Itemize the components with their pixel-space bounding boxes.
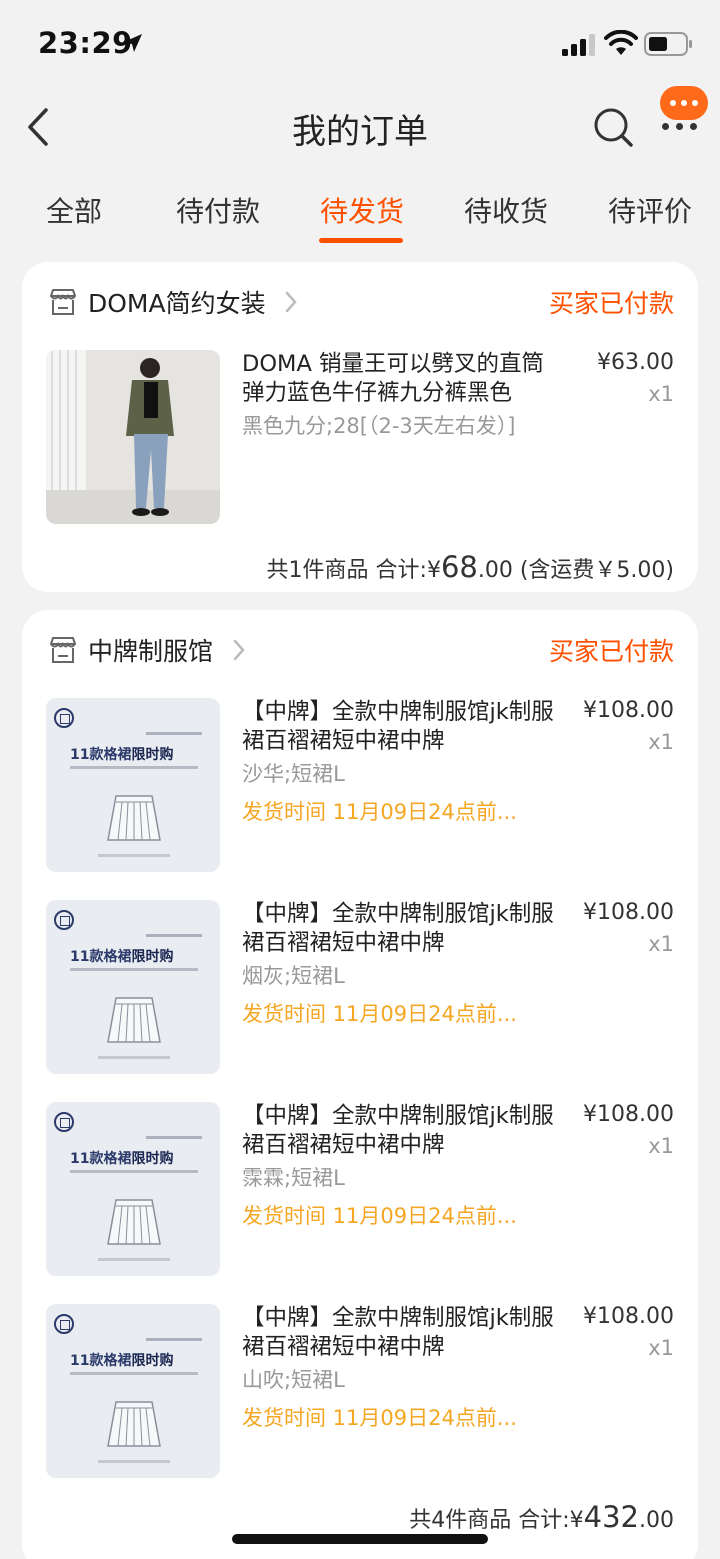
- shop-name[interactable]: 中牌制服馆: [88, 632, 213, 668]
- product-price: ¥108.00: [583, 698, 674, 723]
- chevron-right-icon[interactable]: [284, 290, 298, 314]
- brand-logo-icon: [54, 1314, 74, 1334]
- product-quantity: x1: [648, 1336, 674, 1360]
- product-quantity: x1: [648, 382, 674, 406]
- thumb-headline: 11款格裙限时购: [70, 949, 174, 965]
- brand-logo-icon: [54, 708, 74, 728]
- order-item[interactable]: 11款格裙限时购 【中牌】全款中牌制服馆jk制服裙百褶裙短中裙中牌 沙华;短裙L…: [46, 698, 674, 872]
- product-image[interactable]: 11款格裙限时购: [46, 900, 220, 1074]
- thumb-headline: 11款格裙限时购: [70, 747, 174, 763]
- order-item[interactable]: 11款格裙限时购 【中牌】全款中牌制服馆jk制服裙百褶裙短中裙中牌 山吹;短裙L…: [46, 1304, 674, 1478]
- ship-time: 发货时间 11月09日24点前...: [242, 1204, 517, 1228]
- status-time: 23:29: [38, 26, 133, 60]
- more-menu[interactable]: [660, 86, 708, 140]
- brand-logo-icon: [54, 1112, 74, 1132]
- product-title[interactable]: 【中牌】全款中牌制服馆jk制服裙百褶裙短中裙中牌: [242, 698, 558, 756]
- shop-header[interactable]: DOMA简约女装 买家已付款: [46, 282, 674, 326]
- order-item[interactable]: 11款格裙限时购 【中牌】全款中牌制服馆jk制服裙百褶裙短中裙中牌 霂霖;短裙L…: [46, 1102, 674, 1276]
- product-sku: 沙华;短裙L: [242, 762, 345, 786]
- order-item[interactable]: DOMA 销量王可以劈叉的直筒弹力蓝色牛仔裤九分裤黑色 黑色九分;28[（2-3…: [46, 350, 674, 524]
- tab-pending-payment[interactable]: 待付款: [176, 190, 260, 230]
- skirt-icon: [107, 1199, 161, 1245]
- shop-icon: [50, 637, 76, 663]
- product-price: ¥108.00: [583, 1102, 674, 1127]
- shop-header[interactable]: 中牌制服馆 买家已付款: [46, 630, 674, 674]
- currency-symbol: ¥: [569, 1508, 584, 1533]
- battery-icon: [644, 32, 692, 56]
- currency-symbol: ¥: [426, 558, 441, 583]
- search-icon[interactable]: [592, 106, 634, 148]
- product-sku: 烟灰;短裙L: [242, 964, 345, 988]
- product-sku: 黑色九分;28[（2-3天左右发）]: [242, 414, 516, 438]
- product-image[interactable]: [46, 350, 220, 524]
- skirt-icon: [107, 997, 161, 1043]
- product-price: ¥63.00: [597, 350, 674, 375]
- order-summary: 共1件商品 合计:¥68.00 (含运费￥5.00): [267, 550, 674, 584]
- ship-time: 发货时间 11月09日24点前...: [242, 1002, 517, 1026]
- order-tabs: 全部 待付款 待发货 待收货 待评价: [0, 180, 720, 244]
- chevron-right-icon[interactable]: [232, 638, 246, 662]
- tab-pending-shipment[interactable]: 待发货: [320, 190, 404, 230]
- product-title[interactable]: 【中牌】全款中牌制服馆jk制服裙百褶裙短中裙中牌: [242, 1304, 558, 1362]
- signal-icon: [562, 34, 595, 56]
- tab-all[interactable]: 全部: [46, 190, 102, 230]
- order-summary: 共4件商品 合计:¥432.00: [409, 1500, 674, 1534]
- product-title[interactable]: DOMA 销量王可以劈叉的直筒弹力蓝色牛仔裤九分裤黑色: [242, 350, 558, 408]
- shop-icon: [50, 289, 76, 315]
- total-label: 合计:: [518, 1508, 570, 1533]
- product-image[interactable]: 11款格裙限时购: [46, 1304, 220, 1478]
- ship-time: 发货时间 11月09日24点前...: [242, 1406, 517, 1430]
- home-indicator[interactable]: [232, 1534, 488, 1544]
- product-quantity: x1: [648, 730, 674, 754]
- active-tab-indicator: [319, 238, 403, 243]
- thumb-headline: 11款格裙限时购: [70, 1151, 174, 1167]
- total-decimal: .00: [477, 558, 513, 583]
- message-icon[interactable]: [660, 86, 708, 120]
- item-count: 共1件商品: [266, 558, 369, 583]
- skirt-icon: [107, 795, 161, 841]
- product-title[interactable]: 【中牌】全款中牌制服馆jk制服裙百褶裙短中裙中牌: [242, 1102, 558, 1160]
- skirt-icon: [107, 1401, 161, 1447]
- product-quantity: x1: [648, 1134, 674, 1158]
- tab-pending-review[interactable]: 待评价: [608, 190, 692, 230]
- tab-pending-receipt[interactable]: 待收货: [464, 190, 548, 230]
- order-status: 买家已付款: [548, 289, 674, 318]
- total-amount: 68: [440, 550, 478, 584]
- product-sku: 山吹;短裙L: [242, 1368, 345, 1392]
- total-decimal: .00: [639, 1508, 674, 1533]
- item-count: 共4件商品: [409, 1508, 512, 1533]
- shipping-fee: (含运费￥5.00): [519, 558, 674, 583]
- order-card: DOMA简约女装 买家已付款 DOMA 销量王可以劈叉的直筒弹力蓝色牛仔裤九分裤…: [22, 262, 698, 592]
- product-quantity: x1: [648, 932, 674, 956]
- product-image[interactable]: 11款格裙限时购: [46, 1102, 220, 1276]
- thumb-headline: 11款格裙限时购: [70, 1353, 174, 1369]
- more-icon[interactable]: [662, 122, 698, 132]
- order-card: 中牌制服馆 买家已付款 11款格裙限时购 【中牌】全款中牌制服馆jk制服裙百褶裙…: [22, 610, 698, 1559]
- ship-time: 发货时间 11月09日24点前...: [242, 800, 517, 824]
- shop-name[interactable]: DOMA简约女装: [88, 284, 266, 320]
- status-bar: 23:29: [0, 0, 720, 88]
- product-image[interactable]: 11款格裙限时购: [46, 698, 220, 872]
- order-status: 买家已付款: [548, 637, 674, 666]
- order-item[interactable]: 11款格裙限时购 【中牌】全款中牌制服馆jk制服裙百褶裙短中裙中牌 烟灰;短裙L…: [46, 900, 674, 1074]
- total-label: 合计:: [375, 558, 427, 583]
- product-title[interactable]: 【中牌】全款中牌制服馆jk制服裙百褶裙短中裙中牌: [242, 900, 558, 958]
- total-amount: 432: [583, 1500, 639, 1534]
- product-sku: 霂霖;短裙L: [242, 1166, 345, 1190]
- brand-logo-icon: [54, 910, 74, 930]
- location-arrow-icon: [124, 34, 142, 52]
- wifi-icon: [604, 30, 638, 55]
- product-price: ¥108.00: [583, 900, 674, 925]
- product-price: ¥108.00: [583, 1304, 674, 1329]
